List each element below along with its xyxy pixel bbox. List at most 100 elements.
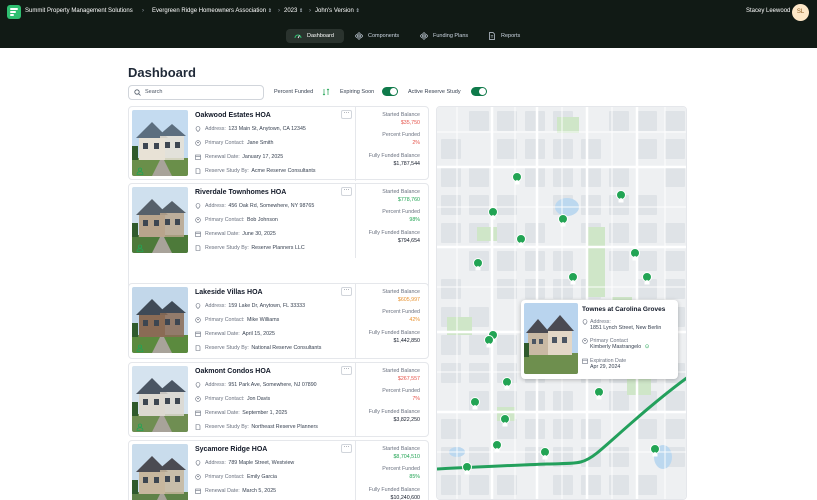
- property-contact-row: Primary Contact: Jane Smith: [195, 140, 273, 146]
- property-map-pin[interactable]: [500, 414, 510, 427]
- tab-components[interactable]: Components: [347, 29, 409, 43]
- tab-label: Reports: [501, 33, 521, 39]
- house-icon: [475, 265, 481, 271]
- top-bar: Summit Property Management Solutions › E…: [0, 0, 817, 48]
- avatar[interactable]: SL: [792, 4, 809, 21]
- study-label: Reserve Study By:: [205, 245, 249, 251]
- page-title: Dashboard: [128, 65, 196, 80]
- house-icon: [570, 279, 576, 285]
- house-icon: [504, 384, 510, 390]
- property-map-pin[interactable]: [558, 214, 568, 227]
- house-icon: [560, 221, 566, 227]
- more-options-button[interactable]: ···: [341, 366, 352, 375]
- property-renewal-row: Renewal Date: September 1, 2025: [195, 410, 287, 416]
- property-address-row: Address: 456 Oak Rd, Somewhere, NY 98765: [195, 203, 314, 209]
- document-icon: [195, 345, 201, 351]
- percent-funded-value: 85%: [409, 474, 420, 480]
- property-card[interactable]: Oakmont Condos HOA ··· Address: 951 Park A…: [128, 362, 429, 437]
- contact-value: Bob Johnson: [246, 217, 278, 223]
- address-label: Address:: [205, 203, 226, 209]
- started-balance-value: $605,997: [397, 297, 420, 303]
- address-value: 123 Main St, Anytown, CA 12345: [228, 126, 306, 132]
- property-card[interactable]: Oakwood Estates HOA ··· Address: 123 Main …: [128, 106, 429, 181]
- search-input[interactable]: Search: [128, 85, 264, 100]
- property-map-pin[interactable]: [630, 248, 640, 261]
- property-map-pin[interactable]: [488, 207, 498, 220]
- user-name[interactable]: Stacey Leewood: [746, 8, 790, 14]
- property-map-pin[interactable]: [540, 447, 550, 460]
- property-card[interactable]: Lakeside Villas HOA ··· Address: 159 Lake …: [128, 283, 429, 359]
- location-pin-icon: [195, 203, 201, 209]
- tab-dashboard[interactable]: Dashboard: [286, 29, 344, 43]
- property-photo: [132, 444, 188, 500]
- property-map-pin[interactable]: [484, 335, 494, 348]
- version-selector[interactable]: John's Version ⇕: [315, 8, 360, 14]
- property-map-pin[interactable]: [473, 258, 483, 271]
- tab-label: Funding Plans: [433, 33, 469, 39]
- percent-funded-value: 7%: [412, 396, 420, 402]
- association-selector[interactable]: Evergreen Ridge Homeowners Association ⇕: [152, 8, 272, 14]
- map-popup[interactable]: Townes at Carolina Groves Address: 1851 L…: [521, 300, 678, 379]
- location-pin-icon: [582, 319, 588, 325]
- property-name[interactable]: Oakwood Estates HOA: [195, 112, 271, 119]
- property-map-pin[interactable]: [502, 377, 512, 390]
- property-map-pin[interactable]: [492, 440, 502, 453]
- house-icon: [464, 469, 470, 475]
- expiring-soon-toggle[interactable]: [382, 87, 398, 96]
- assign-user-icon[interactable]: [136, 244, 144, 252]
- popup-contact: Primary Contact Kimberly Mastrangelo ⊙: [582, 338, 649, 350]
- study-value: National Reserve Consultants: [251, 345, 322, 351]
- renewal-value: April 15, 2025: [242, 331, 275, 337]
- property-map-pin[interactable]: [462, 462, 472, 475]
- fully-funded-value: $10,240,600: [390, 495, 420, 500]
- calendar-icon: [195, 231, 201, 237]
- property-name[interactable]: Lakeside Villas HOA: [195, 289, 263, 296]
- house-icon: [618, 197, 624, 203]
- property-map-pin[interactable]: [642, 272, 652, 285]
- sort-icon[interactable]: [322, 88, 330, 96]
- property-name[interactable]: Sycamore Ridge HOA: [195, 446, 267, 453]
- more-options-button[interactable]: ···: [341, 110, 352, 119]
- fully-funded-value: $1,442,850: [393, 338, 420, 344]
- more-options-button[interactable]: ···: [341, 444, 352, 453]
- renewal-value: January 17, 2025: [242, 154, 284, 160]
- year-selector[interactable]: 2023 ⇕: [284, 8, 303, 14]
- property-map-pin[interactable]: [568, 272, 578, 285]
- company-name[interactable]: Summit Property Management Solutions: [25, 8, 133, 14]
- address-value: 951 Park Ave, Somewhere, NJ 07890: [228, 382, 317, 388]
- calendar-icon: [195, 410, 201, 416]
- more-options-button[interactable]: ···: [341, 287, 352, 296]
- assign-user-icon[interactable]: [136, 344, 144, 352]
- renewal-label: Renewal Date:: [205, 410, 240, 416]
- property-map-pin[interactable]: [594, 387, 604, 400]
- breadcrumb-separator-icon: ›: [309, 8, 311, 14]
- more-options-button[interactable]: ···: [341, 187, 352, 196]
- divider: [355, 184, 356, 258]
- renewal-label: Renewal Date:: [205, 231, 240, 237]
- verified-check-icon: ⊙: [644, 344, 650, 350]
- assign-user-icon[interactable]: [136, 167, 144, 175]
- property-map-pin[interactable]: [470, 397, 480, 410]
- property-map-pin[interactable]: [512, 172, 522, 185]
- study-label: Reserve Study By:: [205, 345, 249, 351]
- contact-icon: [582, 338, 588, 344]
- percent-funded-filter[interactable]: Percent Funded: [274, 89, 313, 95]
- property-contact-row: Primary Contact: Bob Johnson: [195, 217, 278, 223]
- property-map-pin[interactable]: [650, 444, 660, 457]
- gauge-icon: [294, 34, 302, 39]
- property-name[interactable]: Oakmont Condos HOA: [195, 368, 271, 375]
- tab-funding-plans[interactable]: Funding Plans: [412, 29, 478, 43]
- address-value: 789 Maple Street, Westview: [228, 460, 295, 466]
- property-list[interactable]: Oakwood Estates HOA ··· Address: 123 Main …: [128, 106, 429, 500]
- assign-user-icon[interactable]: [136, 423, 144, 431]
- property-map-pin[interactable]: [616, 190, 626, 203]
- company-logo-icon[interactable]: [7, 5, 21, 19]
- tab-reports[interactable]: Reports: [480, 29, 530, 43]
- active-reserve-study-toggle[interactable]: [471, 87, 487, 96]
- property-name[interactable]: Riverdale Townhomes HOA: [195, 189, 286, 196]
- property-card[interactable]: Sycamore Ridge HOA ··· Address: 789 Maple …: [128, 440, 429, 500]
- contact-icon: [195, 317, 201, 323]
- address-label: Address:: [205, 382, 226, 388]
- property-address-row: Address: 123 Main St, Anytown, CA 12345: [195, 126, 306, 132]
- property-map-pin[interactable]: [516, 234, 526, 247]
